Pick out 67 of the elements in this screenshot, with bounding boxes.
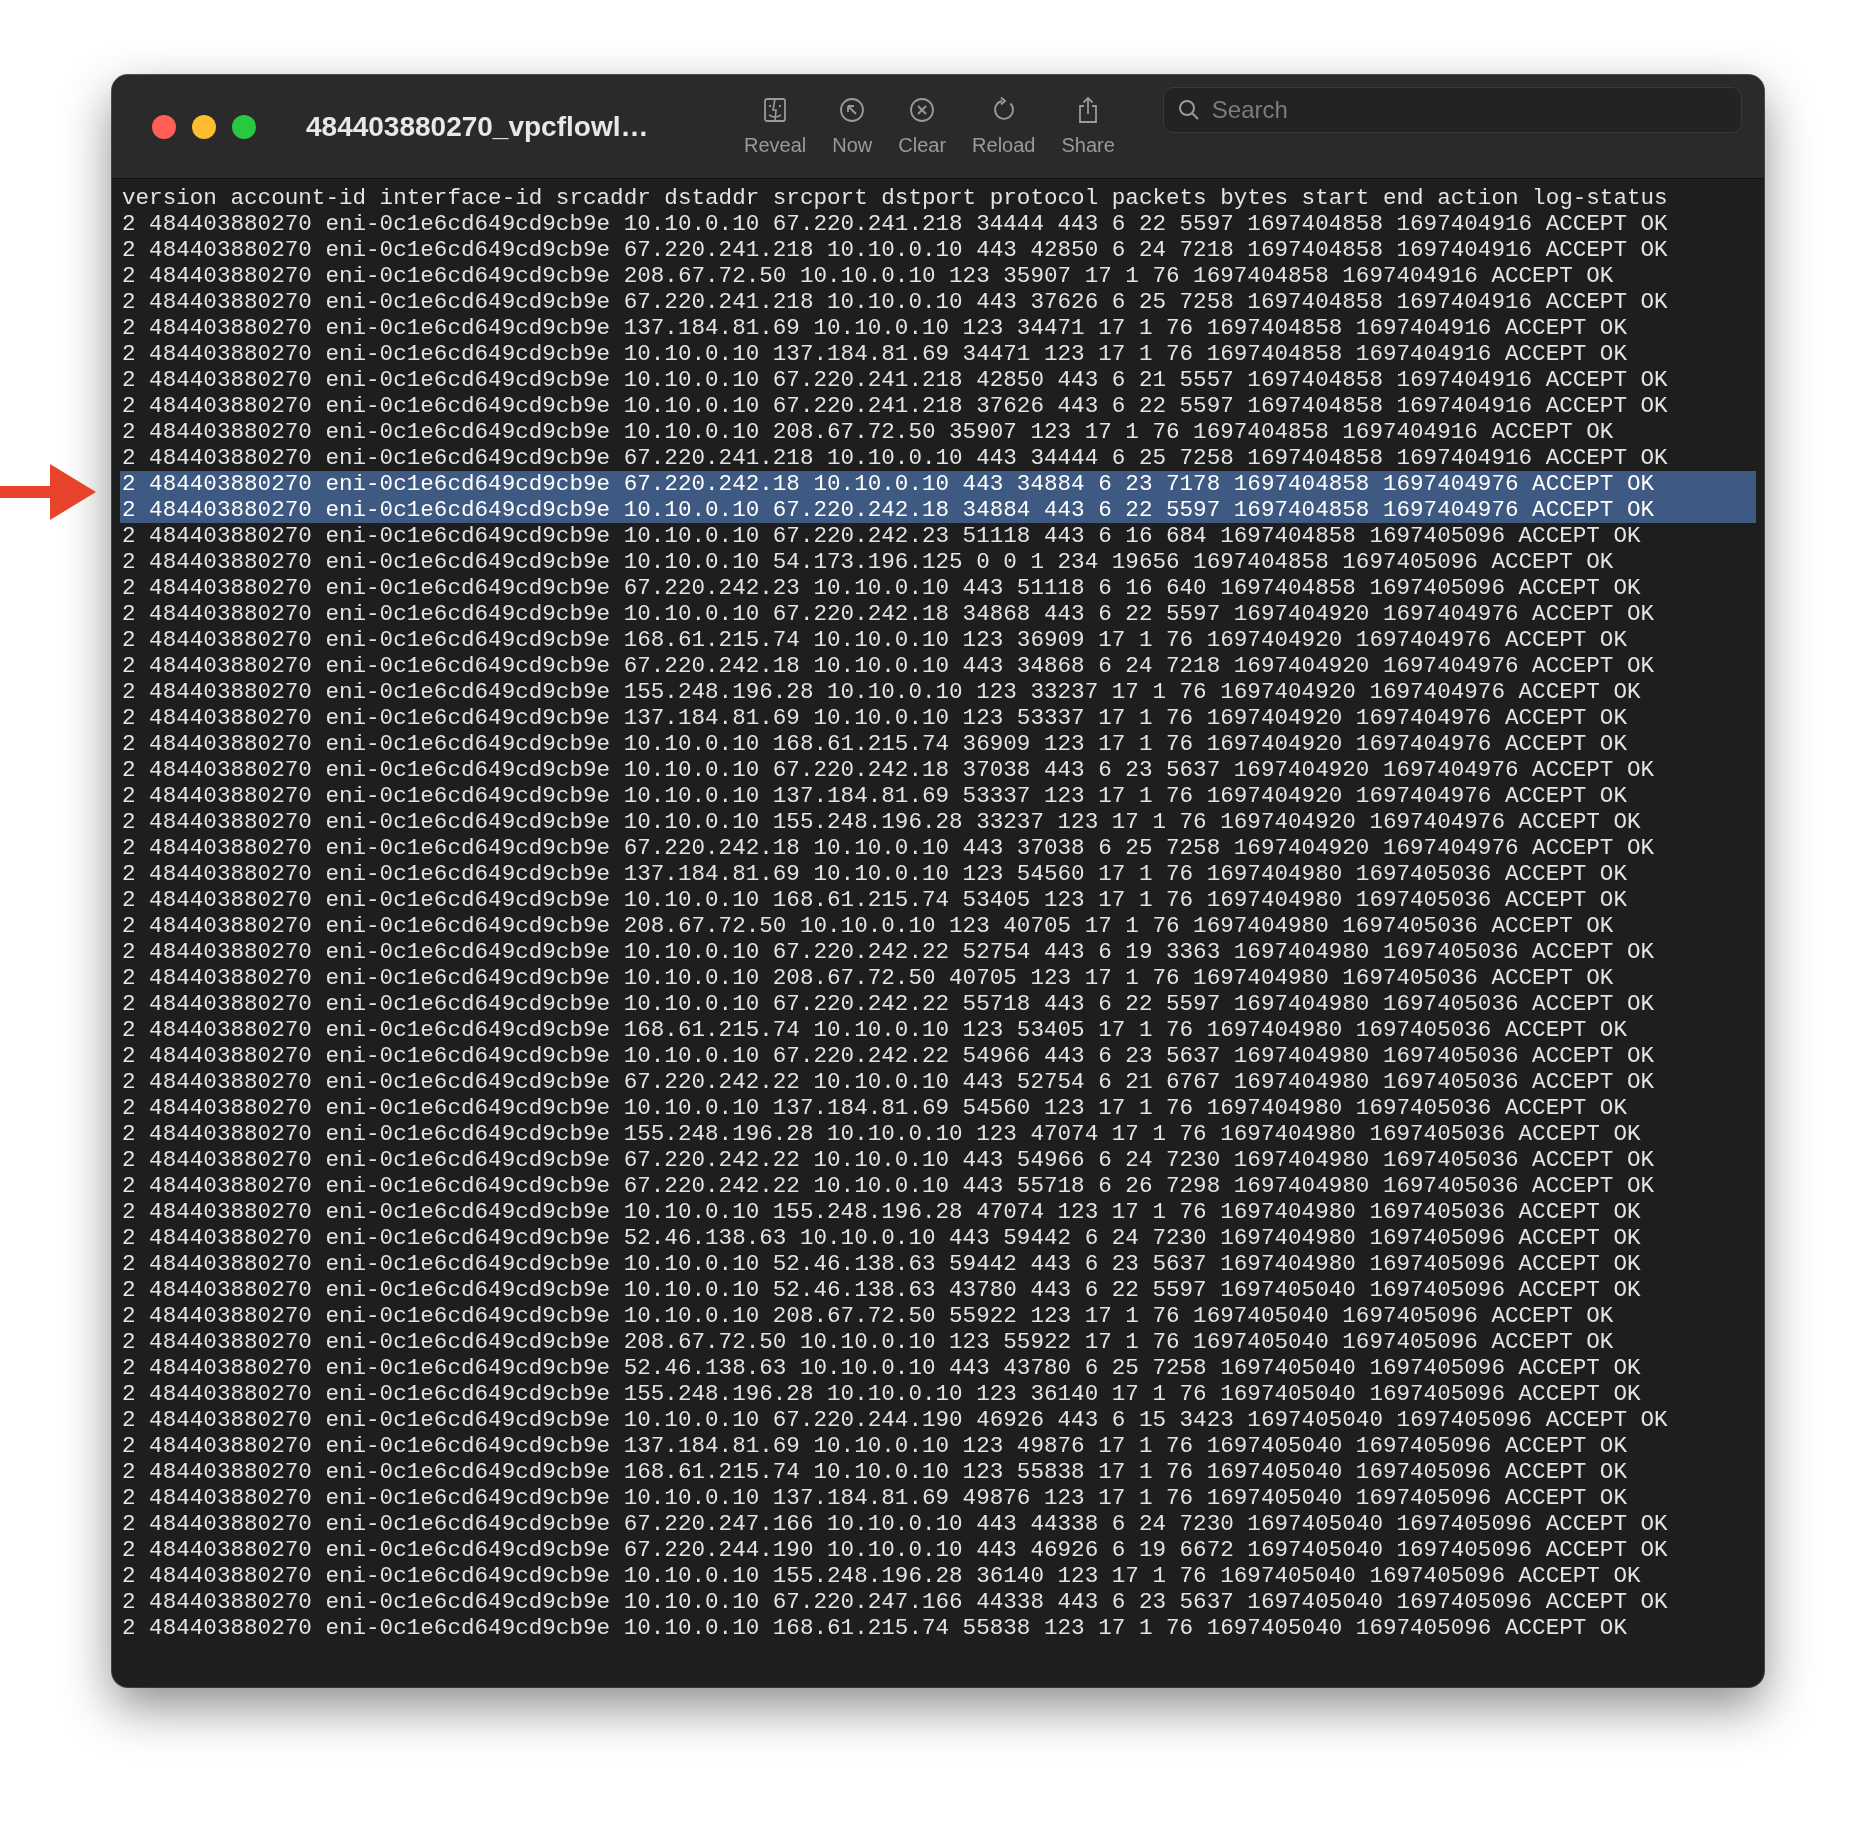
minimize-button[interactable] [192, 114, 216, 139]
log-line[interactable]: 2 484403880270 eni-0c1e6cd649cd9cb9e 10.10.0.10 67.220.242.18 37038 443 6 23 5637 1697404920 1697404976 ACCEPT OK [120, 757, 1756, 783]
log-line[interactable]: 2 484403880270 eni-0c1e6cd649cd9cb9e 67.220.241.218 10.10.0.10 443 42850 6 24 7218 1697404858 1697404916 ACCEPT OK [120, 237, 1756, 263]
log-line[interactable]: 2 484403880270 eni-0c1e6cd649cd9cb9e 10.10.0.10 67.220.241.218 34444 443 6 22 5597 1697404858 1697404916 ACCEPT OK [120, 211, 1756, 237]
log-line[interactable]: 2 484403880270 eni-0c1e6cd649cd9cb9e 10.10.0.10 67.220.247.166 44338 443 6 23 5637 1697405040 1697405096 ACCEPT OK [120, 1589, 1756, 1615]
log-line[interactable]: 2 484403880270 eni-0c1e6cd649cd9cb9e 10.10.0.10 67.220.242.22 52754 443 6 19 3363 1697404980 1697405036 ACCEPT OK [120, 939, 1756, 965]
log-line[interactable]: 2 484403880270 eni-0c1e6cd649cd9cb9e 10.10.0.10 52.46.138.63 43780 443 6 22 5597 1697405040 1697405096 ACCEPT OK [120, 1277, 1756, 1303]
log-line[interactable]: 2 484403880270 eni-0c1e6cd649cd9cb9e 10.10.0.10 155.248.196.28 47074 123 17 1 76 1697404980 1697405036 ACCEPT OK [120, 1199, 1756, 1225]
close-button[interactable] [152, 114, 176, 139]
log-line[interactable]: 2 484403880270 eni-0c1e6cd649cd9cb9e 208.67.72.50 10.10.0.10 123 40705 17 1 76 1697404980 1697405036 ACCEPT OK [120, 913, 1756, 939]
log-line[interactable]: 2 484403880270 eni-0c1e6cd649cd9cb9e 10.10.0.10 137.184.81.69 54560 123 17 1 76 1697404980 1697405036 ACCEPT OK [120, 1095, 1756, 1121]
log-line[interactable]: 2 484403880270 eni-0c1e6cd649cd9cb9e 10.10.0.10 155.248.196.28 36140 123 17 1 76 1697405040 1697405096 ACCEPT OK [120, 1563, 1756, 1589]
log-line[interactable]: 2 484403880270 eni-0c1e6cd649cd9cb9e 10.10.0.10 54.173.196.125 0 0 1 234 19656 1697404858 1697405096 ACCEPT OK [120, 549, 1756, 575]
log-line[interactable]: 2 484403880270 eni-0c1e6cd649cd9cb9e 10.10.0.10 67.220.242.22 54966 443 6 23 5637 1697404980 1697405036 ACCEPT OK [120, 1043, 1756, 1069]
log-line[interactable]: 2 484403880270 eni-0c1e6cd649cd9cb9e 10.10.0.10 67.220.242.23 51118 443 6 16 684 1697404858 1697405096 ACCEPT OK [120, 523, 1756, 549]
toolbar-button[interactable]: Now [824, 92, 881, 161]
annotation-arrow-icon [0, 462, 98, 522]
log-line[interactable]: 2 484403880270 eni-0c1e6cd649cd9cb9e 155.248.196.28 10.10.0.10 123 47074 17 1 76 1697404980 1697405036 ACCEPT OK [120, 1121, 1756, 1147]
log-line[interactable]: 2 484403880270 eni-0c1e6cd649cd9cb9e 137.184.81.69 10.10.0.10 123 49876 17 1 76 1697405040 1697405096 ACCEPT OK [120, 1433, 1756, 1459]
log-line[interactable]: 2 484403880270 eni-0c1e6cd649cd9cb9e 10.10.0.10 168.61.215.74 36909 123 17 1 76 1697404920 1697404976 ACCEPT OK [120, 731, 1756, 757]
log-line[interactable]: 2 484403880270 eni-0c1e6cd649cd9cb9e 168.61.215.74 10.10.0.10 123 53405 17 1 76 1697404980 1697405036 ACCEPT OK [120, 1017, 1756, 1043]
log-line[interactable]: 2 484403880270 eni-0c1e6cd649cd9cb9e 10.10.0.10 67.220.241.218 42850 443 6 21 5557 1697404858 1697404916 ACCEPT OK [120, 367, 1756, 393]
log-line[interactable]: 2 484403880270 eni-0c1e6cd649cd9cb9e 67.220.242.18 10.10.0.10 443 34868 6 24 7218 1697404920 1697404976 ACCEPT OK [120, 653, 1756, 679]
log-line[interactable]: 2 484403880270 eni-0c1e6cd649cd9cb9e 137.184.81.69 10.10.0.10 123 34471 17 1 76 1697404858 1697404916 ACCEPT OK [120, 315, 1756, 341]
window-title: 484403880270_vpcflowl… [306, 110, 650, 143]
log-line[interactable]: 2 484403880270 eni-0c1e6cd649cd9cb9e 10.10.0.10 52.46.138.63 59442 443 6 23 5637 1697404980 1697405096 ACCEPT OK [120, 1251, 1756, 1277]
log-line[interactable]: 2 484403880270 eni-0c1e6cd649cd9cb9e 10.10.0.10 168.61.215.74 53405 123 17 1 76 1697404980 1697405036 ACCEPT OK [120, 887, 1756, 913]
log-line[interactable]: 2 484403880270 eni-0c1e6cd649cd9cb9e 67.220.242.18 10.10.0.10 443 37038 6 25 7258 1697404920 1697404976 ACCEPT OK [120, 835, 1756, 861]
log-line[interactable]: 2 484403880270 eni-0c1e6cd649cd9cb9e 10.10.0.10 208.67.72.50 35907 123 17 1 76 1697404858 1697404916 ACCEPT OK [120, 419, 1756, 445]
log-line[interactable]: 2 484403880270 eni-0c1e6cd649cd9cb9e 67.220.242.22 10.10.0.10 443 54966 6 24 7230 1697404980 1697405036 ACCEPT OK [120, 1147, 1756, 1173]
log-line[interactable]: 2 484403880270 eni-0c1e6cd649cd9cb9e 67.220.247.166 10.10.0.10 443 44338 6 24 7230 1697405040 1697405096 ACCEPT OK [120, 1511, 1756, 1537]
log-line[interactable]: 2 484403880270 eni-0c1e6cd649cd9cb9e 10.10.0.10 67.220.244.190 46926 443 6 15 3423 1697405040 1697405096 ACCEPT OK [120, 1407, 1756, 1433]
log-line[interactable]: 2 484403880270 eni-0c1e6cd649cd9cb9e 208.67.72.50 10.10.0.10 123 35907 17 1 76 1697404858 1697404916 ACCEPT OK [120, 263, 1756, 289]
log-line[interactable]: 2 484403880270 eni-0c1e6cd649cd9cb9e 10.10.0.10 155.248.196.28 33237 123 17 1 76 1697404920 1697404976 ACCEPT OK [120, 809, 1756, 835]
log-line[interactable]: 2 484403880270 eni-0c1e6cd649cd9cb9e 168.61.215.74 10.10.0.10 123 55838 17 1 76 1697405040 1697405096 ACCEPT OK [120, 1459, 1756, 1485]
log-line[interactable]: 2 484403880270 eni-0c1e6cd649cd9cb9e 52.46.138.63 10.10.0.10 443 43780 6 25 7258 1697405040 1697405096 ACCEPT OK [120, 1355, 1756, 1381]
toolbar-button[interactable]: Reload [964, 92, 1044, 161]
zoom-button[interactable] [232, 114, 256, 139]
log-line[interactable]: 2 484403880270 eni-0c1e6cd649cd9cb9e 168.61.215.74 10.10.0.10 123 36909 17 1 76 1697404920 1697404976 ACCEPT OK [120, 627, 1756, 653]
log-line[interactable]: 2 484403880270 eni-0c1e6cd649cd9cb9e 10.10.0.10 208.67.72.50 40705 123 17 1 76 1697404980 1697405036 ACCEPT OK [120, 965, 1756, 991]
log-line[interactable]: 2 484403880270 eni-0c1e6cd649cd9cb9e 10.10.0.10 137.184.81.69 34471 123 17 1 76 1697404858 1697404916 ACCEPT OK [120, 341, 1756, 367]
log-header: version account-id interface-id srcaddr dstaddr srcport dstport protocol packets bytes start end action log-status [121, 185, 1669, 211]
toolbar-button[interactable]: Clear [890, 92, 955, 161]
log-line[interactable]: 2 484403880270 eni-0c1e6cd649cd9cb9e 67.220.241.218 10.10.0.10 443 37626 6 25 7258 1697404858 1697404916 ACCEPT OK [120, 289, 1756, 315]
log-line[interactable]: 2 484403880270 eni-0c1e6cd649cd9cb9e 67.220.242.22 10.10.0.10 443 52754 6 21 6767 1697404980 1697405036 ACCEPT OK [120, 1069, 1756, 1095]
search-icon [1176, 97, 1201, 122]
log-line[interactable]: 2 484403880270 eni-0c1e6cd649cd9cb9e 10.10.0.10 208.67.72.50 55922 123 17 1 76 1697405040 1697405096 ACCEPT OK [120, 1303, 1756, 1329]
search-field[interactable]: Search [1162, 86, 1742, 133]
toolbar-button[interactable]: Reveal [736, 92, 815, 161]
toolbar-button[interactable]: Share [1053, 92, 1123, 161]
log-line[interactable]: 2 484403880270 eni-0c1e6cd649cd9cb9e 10.10.0.10 67.220.242.18 34868 443 6 22 5597 1697404920 1697404976 ACCEPT OK [120, 601, 1756, 627]
log-line[interactable]: 2 484403880270 eni-0c1e6cd649cd9cb9e 67.220.242.23 10.10.0.10 443 51118 6 16 640 1697404858 1697405096 ACCEPT OK [120, 575, 1756, 601]
clear-icon [908, 96, 937, 124]
log-line[interactable]: 2 484403880270 eni-0c1e6cd649cd9cb9e 10.10.0.10 67.220.242.22 55718 443 6 22 5597 1697404980 1697405036 ACCEPT OK [120, 991, 1756, 1017]
log-line[interactable]: 2 484403880270 eni-0c1e6cd649cd9cb9e 10.10.0.10 137.184.81.69 49876 123 17 1 76 1697405040 1697405096 ACCEPT OK [120, 1485, 1756, 1511]
log-line[interactable]: 2 484403880270 eni-0c1e6cd649cd9cb9e 67.220.241.218 10.10.0.10 443 34444 6 25 7258 1697404858 1697404916 ACCEPT OK [120, 445, 1756, 471]
log-line[interactable]: 2 484403880270 eni-0c1e6cd649cd9cb9e 137.184.81.69 10.10.0.10 123 54560 17 1 76 1697404980 1697405036 ACCEPT OK [120, 861, 1756, 887]
log-line[interactable]: 2 484403880270 eni-0c1e6cd649cd9cb9e 10.10.0.10 67.220.241.218 37626 443 6 22 5597 1697404858 1697404916 ACCEPT OK [120, 393, 1756, 419]
log-line[interactable]: 2 484403880270 eni-0c1e6cd649cd9cb9e 137.184.81.69 10.10.0.10 123 53337 17 1 76 1697404920 1697404976 ACCEPT OK [120, 705, 1756, 731]
log-line[interactable]: 2 484403880270 eni-0c1e6cd649cd9cb9e 52.46.138.63 10.10.0.10 443 59442 6 24 7230 1697404980 1697405096 ACCEPT OK [120, 1225, 1756, 1251]
log-line[interactable]: 2 484403880270 eni-0c1e6cd649cd9cb9e 10.10.0.10 137.184.81.69 53337 123 17 1 76 1697404920 1697404976 ACCEPT OK [120, 783, 1756, 809]
log-line[interactable]: 2 484403880270 eni-0c1e6cd649cd9cb9e 67.220.244.190 10.10.0.10 443 46926 6 19 6672 1697405040 1697405096 ACCEPT OK [120, 1537, 1756, 1563]
log-line[interactable]: 2 484403880270 eni-0c1e6cd649cd9cb9e 208.67.72.50 10.10.0.10 123 55922 17 1 76 1697405040 1697405096 ACCEPT OK [120, 1329, 1756, 1355]
log-line[interactable]: 2 484403880270 eni-0c1e6cd649cd9cb9e 155.248.196.28 10.10.0.10 123 36140 17 1 76 1697405040 1697405096 ACCEPT OK [120, 1381, 1756, 1407]
log-line[interactable]: 2 484403880270 eni-0c1e6cd649cd9cb9e 10.10.0.10 168.61.215.74 55838 123 17 1 76 1697405040 1697405096 ACCEPT OK [120, 1615, 1756, 1641]
log-line[interactable]: 2 484403880270 eni-0c1e6cd649cd9cb9e 155.248.196.28 10.10.0.10 123 33237 17 1 76 1697404920 1697404976 ACCEPT OK [120, 679, 1756, 705]
log-line[interactable]: 2 484403880270 eni-0c1e6cd649cd9cb9e 67.220.242.22 10.10.0.10 443 55718 6 26 7298 1697404980 1697405036 ACCEPT OK [120, 1173, 1756, 1199]
